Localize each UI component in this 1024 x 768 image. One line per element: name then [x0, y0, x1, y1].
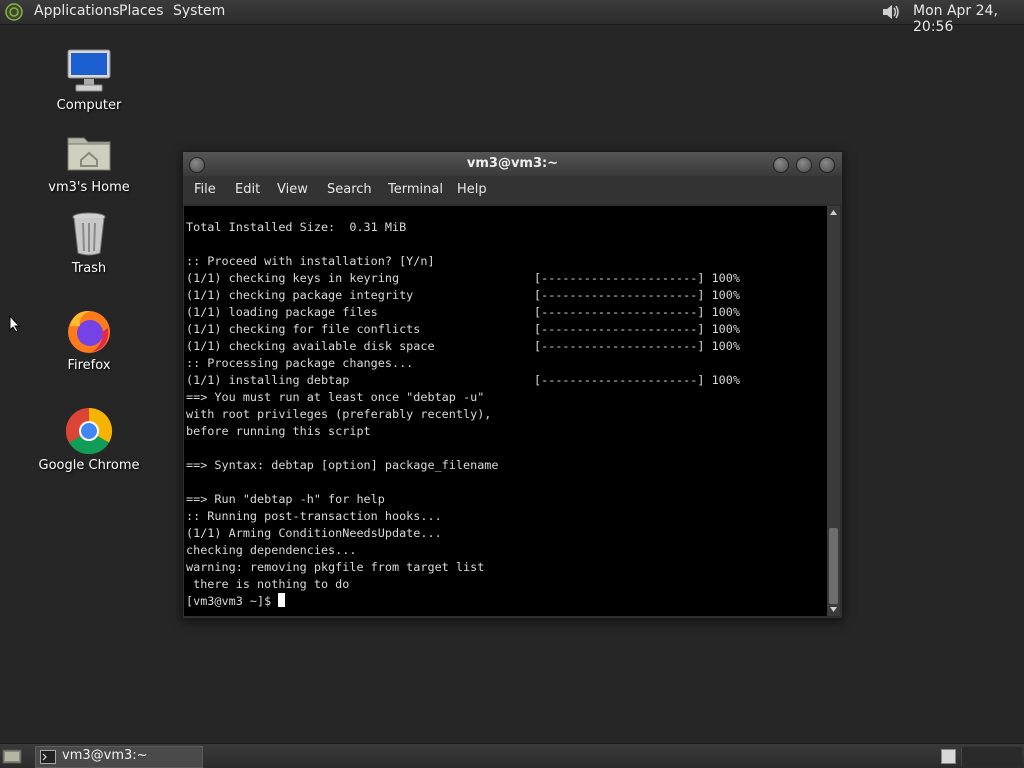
- menu-search[interactable]: Search: [327, 182, 372, 197]
- top-panel: Applications Places System Mon Apr 24, 2…: [0, 0, 1024, 35]
- window-title: vm3@vm3:~: [466, 156, 559, 171]
- menu-view[interactable]: View: [277, 182, 308, 197]
- menu-help[interactable]: Help: [457, 182, 487, 197]
- desktop-icon-label: Computer: [56, 98, 122, 113]
- terminal-output-area[interactable]: Total Installed Size: 0.31 MiB :: Procee…: [184, 206, 827, 616]
- desktop-icon-computer[interactable]: Computer: [34, 46, 144, 113]
- chrome-icon: [65, 407, 113, 455]
- terminal-icon: [40, 750, 56, 764]
- scroll-down-arrow-icon[interactable]: [829, 606, 838, 613]
- desktop-icon-label: Google Chrome: [38, 458, 140, 473]
- vertical-scrollbar[interactable]: [827, 206, 840, 616]
- close-button[interactable]: [819, 157, 835, 173]
- desktop-icon-home[interactable]: vm3's Home: [34, 128, 144, 195]
- computer-icon: [67, 49, 111, 92]
- terminal-output-text: Total Installed Size: 0.31 MiB :: Procee…: [186, 220, 740, 591]
- menu-applications[interactable]: Applications: [34, 3, 120, 19]
- clock[interactable]: Mon Apr 24, 20:56: [913, 3, 1024, 35]
- desktop-icon-firefox[interactable]: Firefox: [34, 306, 144, 373]
- maximize-button[interactable]: [796, 157, 812, 173]
- terminal-menubar: File Edit View Search Terminal Help: [183, 176, 842, 204]
- window-titlebar[interactable]: vm3@vm3:~: [183, 152, 842, 176]
- trash-icon: [72, 212, 106, 256]
- scroll-up-arrow-icon[interactable]: [829, 209, 838, 216]
- menu-edit[interactable]: Edit: [235, 182, 260, 197]
- terminal-window[interactable]: vm3@vm3:~ File Edit View Search Terminal…: [182, 151, 843, 619]
- show-desktop-icon[interactable]: [2, 748, 22, 765]
- mouse-pointer-icon: [9, 315, 21, 333]
- home-folder-icon: [67, 137, 111, 171]
- minimize-button[interactable]: [773, 157, 789, 173]
- desktop-icon-trash[interactable]: Trash: [34, 209, 144, 276]
- menu-places[interactable]: Places: [119, 3, 164, 19]
- desktop-icon-chrome[interactable]: Google Chrome: [34, 406, 144, 473]
- text-cursor: [278, 593, 286, 607]
- workspace-switcher-2[interactable]: [961, 747, 1022, 766]
- volume-icon[interactable]: [880, 2, 902, 22]
- taskbar-terminal-item[interactable]: vm3@vm3:~: [35, 746, 203, 768]
- taskbar-item-label: vm3@vm3:~: [62, 748, 148, 763]
- menu-file[interactable]: File: [194, 182, 216, 197]
- terminal-output: Total Installed Size: 0.31 MiB :: Procee…: [186, 219, 740, 610]
- scrollbar-thumb[interactable]: [829, 528, 838, 604]
- bottom-panel: vm3@vm3:~: [0, 743, 1024, 768]
- desktop-icon-label: Firefox: [67, 358, 111, 373]
- desktop-icon-label: Trash: [71, 261, 107, 276]
- menu-terminal[interactable]: Terminal: [388, 182, 443, 197]
- workspace-switcher-1[interactable]: [941, 749, 956, 764]
- distro-logo-icon[interactable]: [4, 2, 24, 22]
- menu-system[interactable]: System: [173, 3, 225, 19]
- terminal-prompt: [vm3@vm3 ~]$: [186, 594, 279, 608]
- firefox-icon: [68, 310, 110, 353]
- desktop-icon-label: vm3's Home: [48, 180, 130, 195]
